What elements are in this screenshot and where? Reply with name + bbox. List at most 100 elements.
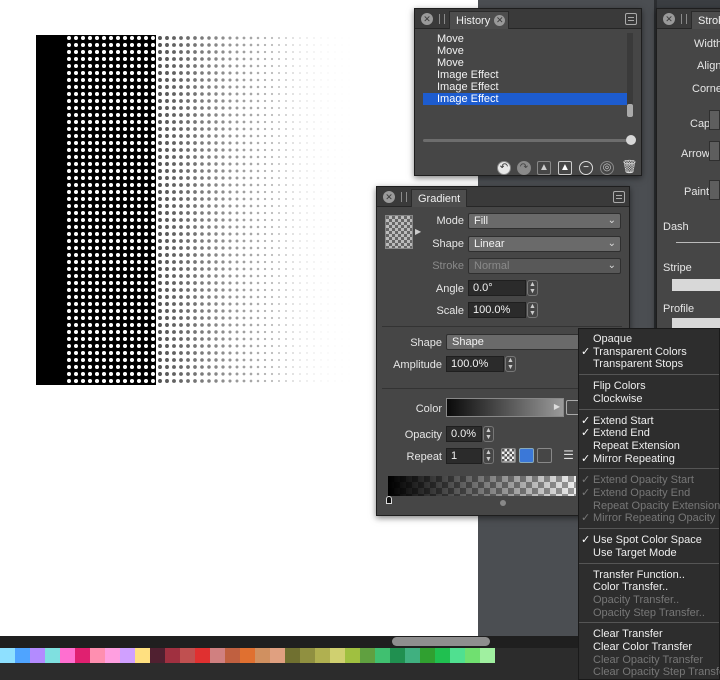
stripe-preview[interactable] xyxy=(672,279,720,291)
color-swatch[interactable] xyxy=(135,648,150,663)
shape-dropdown[interactable]: Linear ⌄ xyxy=(468,236,621,252)
checkerboard-icon[interactable] xyxy=(501,448,516,463)
arrow-selector[interactable] xyxy=(709,141,720,161)
color-swatch[interactable] xyxy=(180,648,195,663)
history-item[interactable]: Move xyxy=(423,33,627,45)
profile-preview[interactable] xyxy=(672,318,720,328)
color-swatch[interactable] xyxy=(420,648,435,663)
close-tab-icon[interactable]: ✕ xyxy=(494,15,506,26)
menu-item[interactable]: Clear Color Transfer xyxy=(593,641,692,654)
color-swatch[interactable] xyxy=(315,648,330,663)
grip-icon[interactable] xyxy=(439,14,445,24)
history-item[interactable]: Move xyxy=(423,45,627,57)
scrollbar-thumb[interactable] xyxy=(392,637,490,646)
color-swatch[interactable] xyxy=(195,648,210,663)
color-swatch[interactable] xyxy=(285,648,300,663)
cap-selector[interactable] xyxy=(709,110,720,130)
color-swatch[interactable] xyxy=(465,648,480,663)
trash-icon[interactable]: 🗑 xyxy=(621,160,638,175)
color-swatch[interactable] xyxy=(345,648,360,663)
menu-item[interactable]: Flip Colors xyxy=(593,380,646,393)
amplitude-field[interactable]: 100.0% xyxy=(446,356,504,372)
gradient-stop-marker[interactable] xyxy=(386,496,392,504)
spot-icon[interactable] xyxy=(519,448,534,463)
opacity-stepper[interactable]: ▲ ▼ xyxy=(483,426,494,442)
mode-dropdown[interactable]: Fill ⌄ xyxy=(468,213,621,229)
menu-item[interactable]: Transparent Colors xyxy=(593,346,687,359)
menu-item[interactable]: Extend Start xyxy=(593,415,654,428)
history-slider[interactable] xyxy=(423,139,631,142)
color-swatch[interactable] xyxy=(255,648,270,663)
redo-icon[interactable]: ↷ xyxy=(517,161,531,175)
remove-icon[interactable]: − xyxy=(579,161,593,175)
settings-sliders-icon[interactable]: ☰ xyxy=(561,448,576,463)
grip-icon[interactable] xyxy=(681,14,687,24)
color-swatch[interactable] xyxy=(480,648,495,663)
angle-stepper[interactable]: ▲ ▼ xyxy=(527,280,538,296)
color-swatch[interactable] xyxy=(210,648,225,663)
color-swatch[interactable] xyxy=(30,648,45,663)
grip-icon[interactable] xyxy=(401,192,407,202)
image-snapshot-icon[interactable]: ▲ xyxy=(558,161,572,175)
menu-item[interactable]: Use Spot Color Space xyxy=(593,534,702,547)
color-swatch[interactable] xyxy=(60,648,75,663)
history-item[interactable]: Move xyxy=(423,57,627,69)
panel-menu-icon[interactable] xyxy=(625,13,637,25)
close-icon[interactable]: ✕ xyxy=(663,13,675,25)
dash-preview[interactable] xyxy=(676,242,720,243)
menu-item[interactable]: Repeat Extension xyxy=(593,440,680,453)
panel-menu-icon[interactable] xyxy=(613,191,625,203)
chevron-right-icon[interactable]: ▶ xyxy=(415,227,421,236)
gradient-editor-bar[interactable] xyxy=(388,476,576,496)
color-swatch[interactable] xyxy=(75,648,90,663)
color-swatch[interactable] xyxy=(360,648,375,663)
undo-icon[interactable]: ↶ xyxy=(497,161,511,175)
color-swatch[interactable] xyxy=(240,648,255,663)
menu-item[interactable]: Clear Transfer xyxy=(593,628,663,641)
close-icon[interactable]: ✕ xyxy=(383,191,395,203)
color-swatch[interactable] xyxy=(300,648,315,663)
repeat-field[interactable]: 1 xyxy=(446,448,482,464)
halftone-image[interactable] xyxy=(36,35,356,385)
history-item[interactable]: Image Effect xyxy=(423,93,627,105)
menu-item[interactable]: Color Transfer.. xyxy=(593,581,668,594)
snapshot-icon[interactable]: ▲ xyxy=(537,161,551,175)
color-swatch[interactable] xyxy=(435,648,450,663)
paint-selector[interactable] xyxy=(709,180,720,200)
menu-item[interactable]: Clockwise xyxy=(593,393,643,406)
menu-item[interactable]: Extend End xyxy=(593,427,650,440)
tab-history[interactable]: History ✕ xyxy=(449,11,510,29)
color-swatch[interactable] xyxy=(225,648,240,663)
repeat-stepper[interactable]: ▲ ▼ xyxy=(483,448,494,464)
grid-icon[interactable] xyxy=(537,448,552,463)
menu-item[interactable]: Mirror Repeating xyxy=(593,453,675,466)
gradient-preview-thumbnail[interactable] xyxy=(385,215,413,249)
history-scroll-thumb[interactable] xyxy=(627,104,633,117)
tab-stroke[interactable]: Stroke xyxy=(691,11,720,29)
color-swatch[interactable] xyxy=(45,648,60,663)
midpoint-marker[interactable] xyxy=(500,500,506,506)
opacity-field[interactable]: 0.0% xyxy=(446,426,482,442)
angle-field[interactable]: 0.0° xyxy=(468,280,526,296)
stroke-dropdown[interactable]: Normal ⌄ xyxy=(468,258,621,274)
color-swatch[interactable] xyxy=(375,648,390,663)
menu-item[interactable]: Opaque xyxy=(593,333,632,346)
scale-field[interactable]: 100.0% xyxy=(468,302,526,318)
color-swatch[interactable] xyxy=(330,648,345,663)
shape2-dropdown[interactable]: Shape xyxy=(446,334,580,350)
menu-item[interactable]: Use Target Mode xyxy=(593,547,677,560)
color-swatch[interactable] xyxy=(105,648,120,663)
menu-item[interactable]: Transparent Stops xyxy=(593,358,683,371)
color-swatch[interactable] xyxy=(150,648,165,663)
close-icon[interactable]: ✕ xyxy=(421,13,433,25)
amplitude-stepper[interactable]: ▲ ▼ xyxy=(505,356,516,372)
clear-history-icon[interactable]: ◎ xyxy=(600,161,614,175)
color-swatch[interactable] xyxy=(15,648,30,663)
tab-gradient[interactable]: Gradient xyxy=(411,189,468,207)
color-swatch[interactable] xyxy=(270,648,285,663)
color-swatch[interactable] xyxy=(165,648,180,663)
color-swatch[interactable] xyxy=(90,648,105,663)
color-swatch[interactable] xyxy=(0,648,15,663)
color-gradient-well[interactable]: ▶ xyxy=(446,398,564,417)
color-swatch[interactable] xyxy=(450,648,465,663)
